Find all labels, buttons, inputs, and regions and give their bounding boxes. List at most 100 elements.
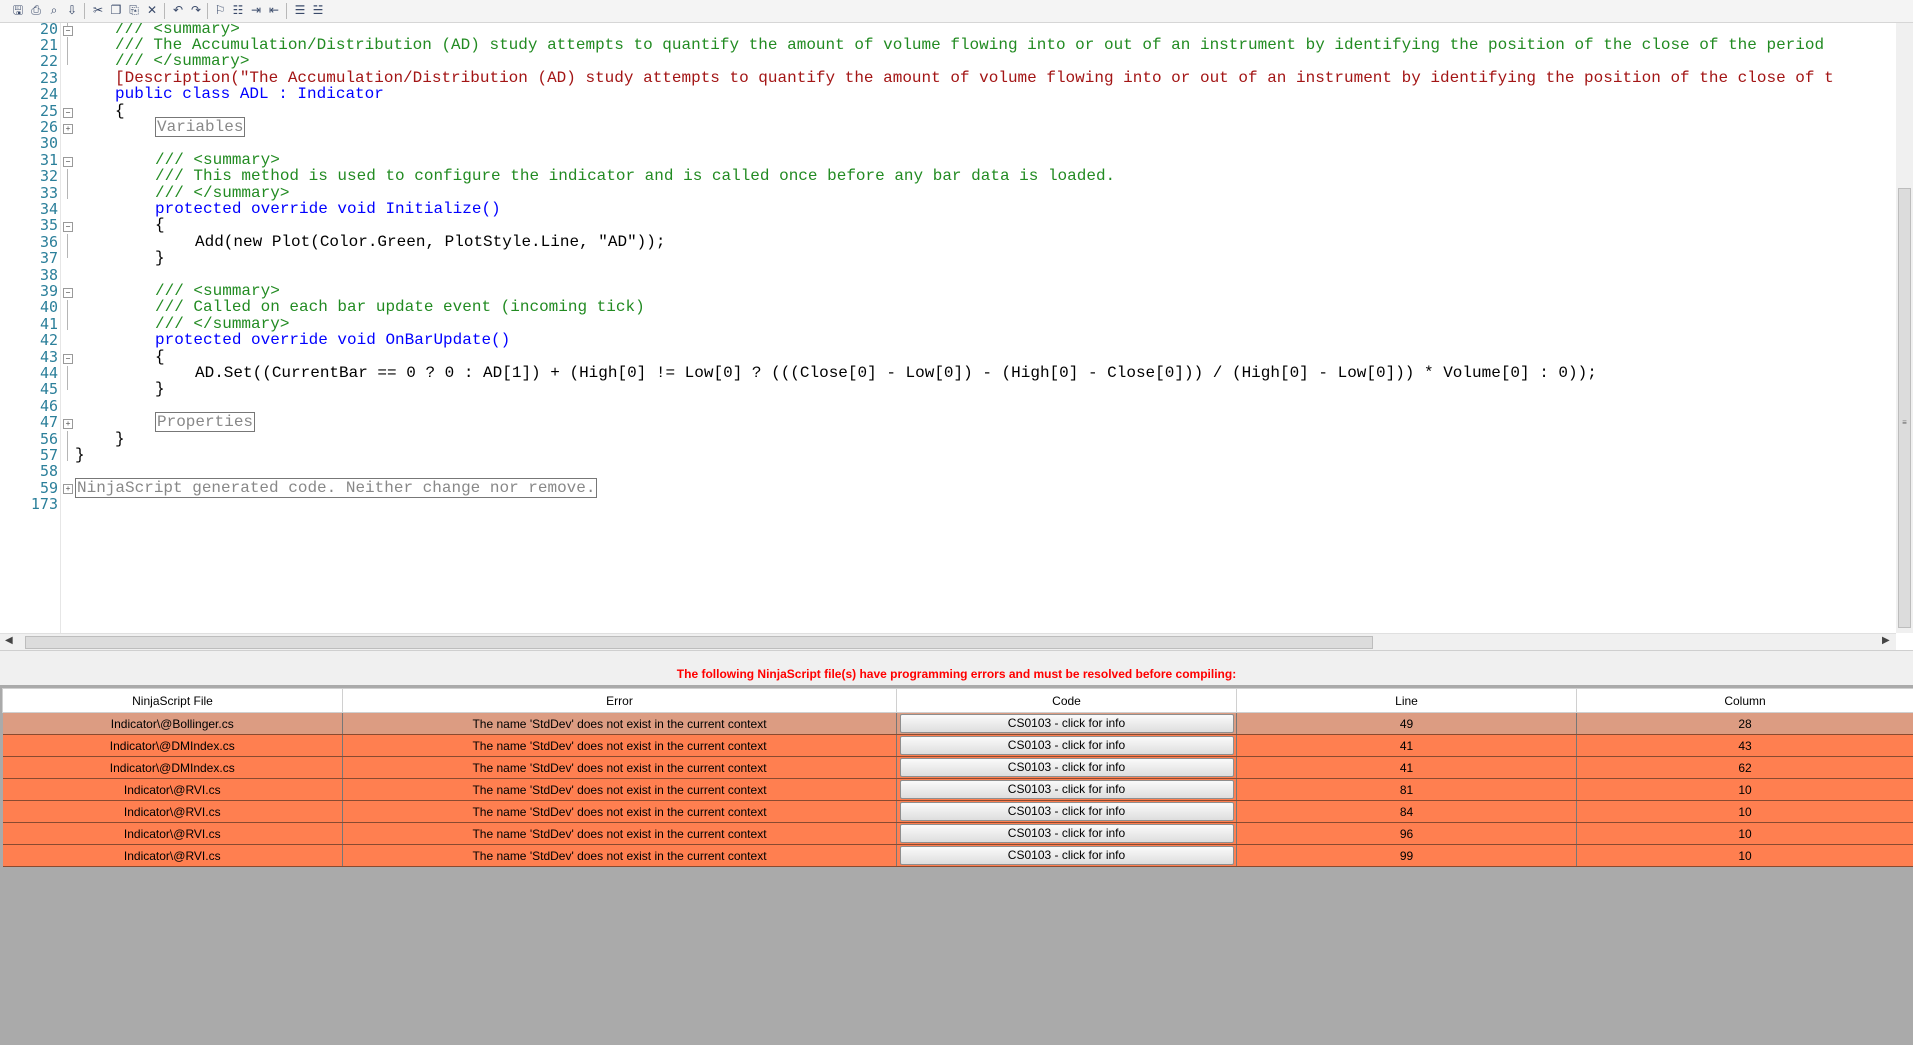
code-region-variables[interactable]: Variables	[155, 117, 246, 137]
line-number-gutter: 20 21 22 23 24 25 26 30 31 32 33 34 35 3…	[0, 23, 61, 633]
find-replace-icon[interactable]: ☷	[230, 2, 246, 18]
indent-icon[interactable]: ⇥	[248, 2, 264, 18]
code-info-button[interactable]: CS0103 - click for info	[899, 736, 1234, 755]
code-info-button[interactable]: CS0103 - click for info	[899, 846, 1234, 865]
cell-code: CS0103 - click for info	[896, 712, 1237, 735]
table-row[interactable]: Indicator\@RVI.cs The name 'StdDev' does…	[2, 800, 1913, 823]
cell-line: 41	[1236, 756, 1577, 779]
column-header-file[interactable]: NinjaScript File	[2, 688, 343, 713]
fold-toggle-icon[interactable]: −	[63, 157, 73, 167]
export-icon[interactable]: ⇩	[64, 2, 80, 18]
cell-file: Indicator\@RVI.cs	[2, 778, 343, 801]
code-editor[interactable]: 20 21 22 23 24 25 26 30 31 32 33 34 35 3…	[0, 23, 1913, 650]
uncomment-icon[interactable]: ☱	[310, 2, 326, 18]
paste-icon[interactable]: ⎘	[126, 2, 142, 18]
code-info-button[interactable]: CS0103 - click for info	[899, 758, 1234, 777]
toolbar-separator	[84, 3, 85, 19]
cell-error: The name 'StdDev' does not exist in the …	[342, 778, 897, 801]
panel-splitter[interactable]	[0, 650, 1913, 664]
undo-icon[interactable]: ↶	[170, 2, 186, 18]
fold-guide	[67, 234, 68, 258]
error-table: NinjaScript File Error Code Line Column …	[2, 688, 1913, 867]
table-row[interactable]: Indicator\@DMIndex.cs The name 'StdDev' …	[2, 734, 1913, 757]
cell-code: CS0103 - click for info	[896, 778, 1237, 801]
code-line: }	[155, 249, 165, 267]
table-row[interactable]: Indicator\@DMIndex.cs The name 'StdDev' …	[2, 756, 1913, 779]
scroll-right-icon[interactable]: ▶	[1882, 635, 1890, 646]
delete-icon[interactable]: ✕	[144, 2, 160, 18]
cell-error: The name 'StdDev' does not exist in the …	[342, 844, 897, 867]
column-header-column[interactable]: Column	[1576, 688, 1913, 713]
column-header-line[interactable]: Line	[1236, 688, 1577, 713]
vertical-scroll-thumb[interactable]	[1898, 188, 1911, 628]
fold-guide	[67, 431, 68, 461]
cell-code: CS0103 - click for info	[896, 800, 1237, 823]
horizontal-scroll-thumb[interactable]	[25, 636, 1373, 649]
cell-file: Indicator\@RVI.cs	[2, 822, 343, 845]
error-panel-title: The following NinjaScript file(s) have p…	[0, 663, 1913, 685]
redo-icon[interactable]: ↷	[188, 2, 204, 18]
fold-toggle-icon[interactable]: −	[63, 26, 73, 36]
code-line: }	[115, 430, 125, 448]
code-info-button[interactable]: CS0103 - click for info	[899, 824, 1234, 843]
line-number: 173	[30, 495, 58, 513]
cell-code: CS0103 - click for info	[896, 756, 1237, 779]
table-row[interactable]: Indicator\@RVI.cs The name 'StdDev' does…	[2, 822, 1913, 845]
copy-icon[interactable]: ❐	[108, 2, 124, 18]
error-panel: The following NinjaScript file(s) have p…	[0, 663, 1913, 1045]
horizontal-scrollbar[interactable]: ◀ ▶	[0, 633, 1896, 650]
region-properties-label[interactable]: Properties	[155, 412, 256, 432]
fold-toggle-icon[interactable]: +	[63, 124, 73, 134]
outdent-icon[interactable]: ⇤	[266, 2, 282, 18]
fold-toggle-icon[interactable]: +	[63, 484, 73, 494]
table-row[interactable]: Indicator\@Bollinger.cs The name 'StdDev…	[2, 712, 1913, 735]
grip-icon: ≡	[1902, 418, 1907, 427]
cell-column: 43	[1576, 734, 1913, 757]
print-icon[interactable]: ⎙	[28, 2, 44, 18]
region-generated-label[interactable]: NinjaScript generated code. Neither chan…	[75, 478, 598, 498]
fold-toggle-icon[interactable]: −	[63, 108, 73, 118]
column-header-error[interactable]: Error	[342, 688, 897, 713]
cell-error: The name 'StdDev' does not exist in the …	[342, 712, 897, 735]
code-line: public class ADL : Indicator	[115, 85, 384, 103]
code-line: }	[75, 446, 85, 464]
column-header-code[interactable]: Code	[896, 688, 1237, 713]
save-icon[interactable]: 🖫	[10, 2, 26, 18]
code-line: protected override void Initialize()	[155, 200, 501, 218]
fold-guide	[67, 169, 68, 199]
code-region-generated[interactable]: NinjaScript generated code. Neither chan…	[75, 478, 598, 498]
code-line: Add(new Plot(Color.Green, PlotStyle.Line…	[195, 233, 666, 251]
print-preview-icon[interactable]: ⌕	[46, 2, 62, 18]
code-info-button[interactable]: CS0103 - click for info	[899, 714, 1234, 733]
scroll-left-icon[interactable]: ◀	[5, 635, 13, 646]
cell-file: Indicator\@DMIndex.cs	[2, 756, 343, 779]
vertical-scrollbar[interactable]: ≡	[1896, 23, 1913, 633]
fold-toggle-icon[interactable]: −	[63, 354, 73, 364]
fold-toggle-icon[interactable]: −	[63, 288, 73, 298]
table-header-row: NinjaScript File Error Code Line Column	[2, 688, 1913, 713]
code-info-button[interactable]: CS0103 - click for info	[899, 780, 1234, 799]
cut-icon[interactable]: ✂	[90, 2, 106, 18]
fold-guide	[67, 37, 68, 65]
comment-icon[interactable]: ☰	[292, 2, 308, 18]
toolbar-separator	[286, 3, 287, 19]
code-info-button[interactable]: CS0103 - click for info	[899, 802, 1234, 821]
cell-line: 99	[1236, 844, 1577, 867]
cell-column: 10	[1576, 844, 1913, 867]
region-variables-label[interactable]: Variables	[155, 117, 246, 137]
code-region-properties[interactable]: Properties	[155, 412, 256, 432]
code-line: {	[115, 102, 125, 120]
fold-guide	[67, 366, 68, 390]
fold-toggle-icon[interactable]: +	[63, 419, 73, 429]
cell-code: CS0103 - click for info	[896, 844, 1237, 867]
toolbar-separator	[164, 3, 165, 19]
cell-column: 10	[1576, 800, 1913, 823]
cell-file: Indicator\@DMIndex.cs	[2, 734, 343, 757]
code-line: /// This method is used to configure the…	[155, 167, 1116, 185]
cell-line: 84	[1236, 800, 1577, 823]
cell-file: Indicator\@RVI.cs	[2, 800, 343, 823]
fold-toggle-icon[interactable]: −	[63, 222, 73, 232]
table-row[interactable]: Indicator\@RVI.cs The name 'StdDev' does…	[2, 844, 1913, 867]
find-icon[interactable]: ⚐	[212, 2, 228, 18]
table-row[interactable]: Indicator\@RVI.cs The name 'StdDev' does…	[2, 778, 1913, 801]
